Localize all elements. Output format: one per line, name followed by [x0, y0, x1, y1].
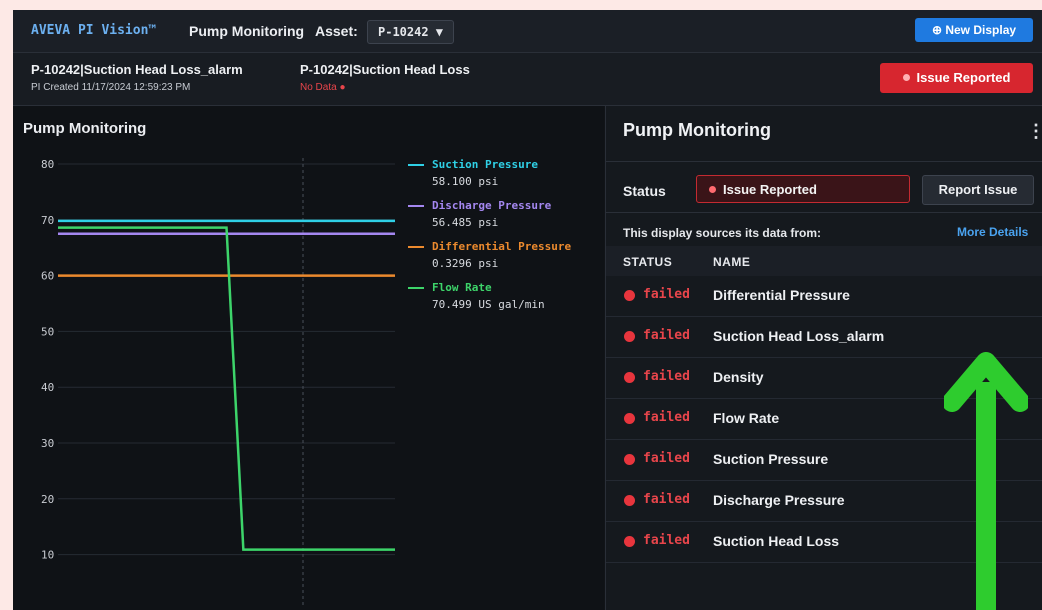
row-status: failed — [643, 328, 690, 343]
row-name: Suction Pressure — [713, 451, 829, 467]
legend-series-name: Differential Pressure — [432, 240, 572, 253]
row-status: failed — [643, 533, 690, 548]
display-title: Pump Monitoring — [189, 23, 305, 39]
report-issue-button[interactable]: Report Issue — [922, 175, 1034, 205]
row-status: failed — [643, 492, 690, 507]
row-name: Suction Head Loss_alarm — [713, 328, 885, 344]
alarm-subbar: P-10242|Suction Head Loss_alarm PI Creat… — [13, 53, 1042, 106]
row-name: Density — [713, 369, 764, 385]
asset-dropdown[interactable]: P-10242 ▼ — [367, 20, 455, 44]
legend-series-name: Suction Pressure — [432, 158, 538, 171]
attribute-item[interactable]: P-10242|Suction Head Loss No Data ● — [300, 62, 470, 93]
status-dot-icon — [709, 186, 716, 193]
new-display-button[interactable]: ⊕ New Display — [915, 18, 1033, 42]
status-label: Status — [623, 183, 666, 199]
name-column-header[interactable]: NAME — [713, 255, 750, 269]
attribute-title: P-10242|Suction Head Loss — [300, 62, 470, 77]
status-badge: Issue Reported — [696, 175, 910, 203]
failed-status-icon — [624, 290, 635, 301]
row-name: Differential Pressure — [713, 287, 850, 303]
y-tick-label: 20 — [41, 493, 54, 506]
chart-panel-title: Pump Monitoring — [23, 120, 147, 137]
failed-status-icon — [624, 495, 635, 506]
legend-swatch — [408, 287, 424, 289]
details-title: Pump Monitoring — [623, 120, 771, 140]
top-bar: AVEVA PI Vision™ Pump Monitoring Asset: … — [13, 10, 1042, 53]
trend-chart[interactable]: 80 70 60 50 40 30 20 10 — [13, 106, 604, 610]
legend-swatch — [408, 205, 424, 207]
no-data-label: No Data — [300, 82, 337, 93]
row-name: Suction Head Loss — [713, 533, 840, 549]
row-status: failed — [643, 287, 690, 302]
row-status: failed — [643, 369, 690, 384]
issue-reported-button[interactable]: Issue Reported — [880, 63, 1033, 93]
alarm-title: P-10242|Suction Head Loss_alarm — [31, 62, 243, 77]
y-tick-label: 50 — [41, 325, 54, 338]
legend-series-value: 0.3296 psi — [432, 257, 499, 270]
divider — [606, 161, 1042, 162]
y-tick-label: 30 — [41, 437, 54, 450]
sources-label: This display sources its data from: — [623, 226, 822, 240]
table-row[interactable]: failed Differential Pressure — [606, 276, 1042, 317]
pi-vision-app: AVEVA PI Vision™ Pump Monitoring Asset: … — [13, 10, 1042, 610]
legend-series-value: 56.485 psi — [432, 216, 499, 229]
row-status: failed — [643, 410, 690, 425]
legend-series-value: 70.499 US gal/min — [432, 298, 545, 311]
failed-status-icon — [624, 331, 635, 342]
legend-swatch — [408, 164, 424, 166]
no-data-dot-icon: ● — [336, 82, 346, 93]
row-name: Discharge Pressure — [713, 492, 845, 508]
alarm-meta: PI Created 11/17/2024 12:59:23 PM — [31, 82, 191, 93]
alert-dot-icon — [902, 74, 910, 81]
failed-status-icon — [624, 372, 635, 383]
failed-status-icon — [624, 536, 635, 547]
legend-series-name: Flow Rate — [432, 281, 492, 294]
sources-table-header: STATUS NAME — [606, 246, 1042, 276]
failed-status-icon — [624, 413, 635, 424]
y-tick-label: 10 — [41, 549, 54, 562]
issue-reported-label: Issue Reported — [916, 70, 1011, 85]
legend-swatch — [408, 246, 424, 248]
y-tick-label: 40 — [41, 381, 54, 394]
status-value: Issue Reported — [723, 182, 817, 197]
failed-status-icon — [624, 454, 635, 465]
legend-series-value: 58.100 psi — [432, 175, 499, 188]
status-column-header[interactable]: STATUS — [623, 255, 672, 269]
y-tick-label: 60 — [41, 270, 54, 283]
y-tick-label: 80 — [41, 158, 54, 171]
more-details-link[interactable]: More Details — [957, 225, 1028, 239]
green-up-arrow-icon — [944, 352, 1028, 610]
chart-panel: 80 70 60 50 40 30 20 10 Pump Monitoring Suction… — [13, 106, 604, 610]
asset-label: Asset: — [315, 23, 358, 39]
row-status: failed — [643, 451, 690, 466]
y-tick-label: 70 — [41, 214, 54, 227]
row-name: Flow Rate — [713, 410, 780, 426]
more-options-icon[interactable]: ⋮ — [1027, 121, 1042, 142]
legend-series-name: Discharge Pressure — [432, 199, 552, 212]
divider — [606, 212, 1042, 213]
app-brand[interactable]: AVEVA PI Vision™ — [31, 23, 156, 38]
alarm-item[interactable]: P-10242|Suction Head Loss_alarm PI Creat… — [31, 62, 243, 93]
